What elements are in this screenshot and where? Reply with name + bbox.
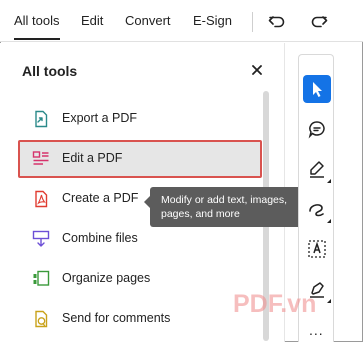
- tool-label: Combine files: [62, 231, 138, 245]
- dropdown-caret-icon: [327, 179, 331, 183]
- tool-export-pdf[interactable]: Export a PDF: [18, 100, 262, 138]
- top-menu-bar: All tools Edit Convert E-Sign: [0, 0, 363, 42]
- draw-freehand-icon[interactable]: [303, 195, 331, 223]
- dropdown-caret-icon: [327, 219, 331, 223]
- close-icon[interactable]: [250, 63, 264, 77]
- export-pdf-icon: [32, 110, 50, 128]
- combine-files-icon: [32, 230, 50, 248]
- tool-label: Send for comments: [62, 311, 171, 325]
- tooltip-text: Modify or add text, images, pages, and m…: [161, 194, 288, 220]
- undo-icon[interactable]: [267, 11, 287, 31]
- tool-label: Edit a PDF: [62, 151, 123, 165]
- tool-organize-pages[interactable]: Organize pages: [18, 260, 262, 298]
- comment-icon[interactable]: [303, 115, 331, 143]
- send-for-comments-icon: [32, 310, 50, 328]
- tool-send-for-comments[interactable]: Send for comments: [18, 300, 262, 338]
- menu-e-sign[interactable]: E-Sign: [193, 13, 232, 28]
- watermark: PDF.vn: [233, 290, 317, 318]
- tool-label: Create a PDF: [62, 191, 139, 205]
- more-tools-icon[interactable]: ...: [309, 322, 324, 338]
- redo-icon[interactable]: [309, 11, 329, 31]
- text-select-icon[interactable]: [303, 235, 331, 263]
- tool-edit-pdf[interactable]: Edit a PDF: [18, 140, 262, 178]
- edit-pdf-tooltip: Modify or add text, images, pages, and m…: [144, 187, 310, 227]
- organize-pages-icon: [32, 270, 50, 288]
- menu-edit[interactable]: Edit: [81, 13, 103, 28]
- menu-convert[interactable]: Convert: [125, 13, 171, 28]
- menu-divider: [252, 12, 253, 32]
- menu-all-tools[interactable]: All tools: [14, 13, 60, 40]
- create-pdf-icon: [32, 190, 50, 208]
- select-cursor-icon[interactable]: [303, 75, 331, 103]
- edit-pdf-icon: [32, 150, 50, 168]
- dropdown-caret-icon: [327, 299, 331, 303]
- tool-label: Export a PDF: [62, 111, 138, 125]
- panel-title: All tools: [22, 63, 78, 79]
- tool-label: Organize pages: [62, 271, 151, 285]
- highlight-pen-icon[interactable]: [303, 155, 331, 183]
